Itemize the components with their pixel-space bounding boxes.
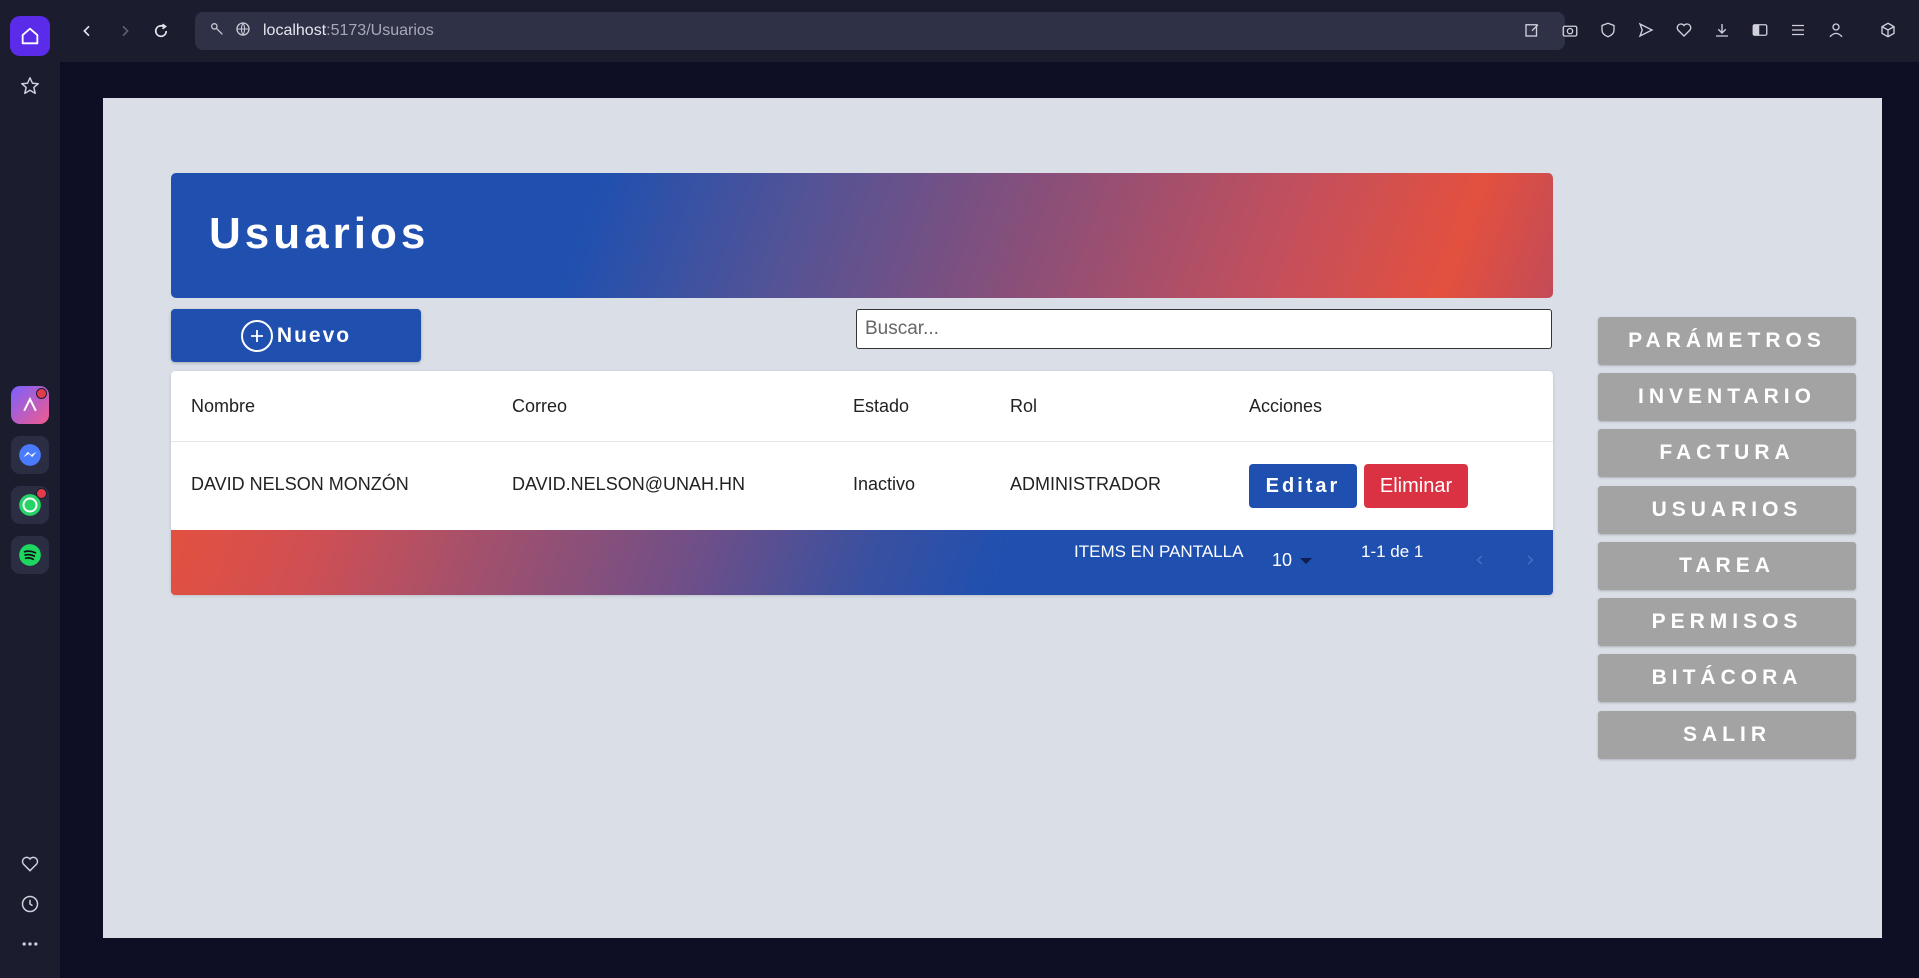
send-icon[interactable]	[1634, 18, 1658, 42]
items-per-page-value: 10	[1272, 550, 1293, 570]
plus-circle-icon	[240, 319, 273, 352]
sidebar-toggle-icon[interactable]	[1748, 18, 1772, 42]
items-per-page-label: ITEMS EN PANTALLA	[1074, 542, 1244, 561]
back-arrow-icon[interactable]	[74, 18, 100, 44]
menu-item-salir[interactable]: SALIR	[1598, 711, 1856, 759]
next-page-icon[interactable]	[1520, 550, 1540, 570]
menu-item-bitacora[interactable]: BITÁCORA	[1598, 654, 1856, 702]
table-pagination-bar: ITEMS EN PANTALLA 10 1-1 de 1	[171, 530, 1553, 595]
address-bar[interactable]: localhost:5173/Usuarios	[195, 12, 1565, 50]
column-header-rol[interactable]: Rol	[1010, 396, 1037, 417]
heart-icon[interactable]	[10, 844, 50, 884]
notification-dot	[36, 488, 47, 499]
url-path: :5173/Usuarios	[326, 22, 434, 39]
new-button-label: Nuevo	[276, 323, 352, 347]
pagination-range: 1-1 de 1	[1361, 542, 1424, 561]
messenger-icon[interactable]	[11, 436, 49, 474]
caret-down-icon	[1300, 557, 1313, 564]
reload-icon[interactable]	[148, 18, 174, 44]
more-dots-icon[interactable]	[10, 924, 50, 964]
users-table: Nombre Correo Estado Rol Acciones DAVID …	[171, 371, 1553, 595]
url-text[interactable]: localhost:5173/Usuarios	[263, 22, 434, 40]
favorites-heart-icon[interactable]	[1672, 18, 1696, 42]
bookmark-star-icon[interactable]	[10, 66, 50, 106]
cell-correo: DAVID.NELSON@UNAH.HN	[512, 474, 745, 494]
cell-nombre: DAVID NELSON MONZÓN	[191, 474, 409, 494]
extension-cube-icon[interactable]	[1876, 18, 1900, 42]
new-user-button[interactable]: Nuevo	[171, 309, 421, 362]
menu-item-inventario[interactable]: INVENTARIO	[1598, 373, 1856, 421]
site-settings-icon[interactable]	[209, 21, 225, 42]
url-host: localhost	[263, 22, 327, 39]
search-input[interactable]	[856, 309, 1552, 349]
menu-item-parametros[interactable]: PARÁMETROS	[1598, 317, 1856, 365]
column-header-estado[interactable]: Estado	[853, 396, 909, 417]
cell-rol: ADMINISTRADOR	[1010, 474, 1162, 494]
camera-icon[interactable]	[1558, 18, 1582, 42]
home-icon[interactable]	[10, 16, 50, 56]
column-header-acciones: Acciones	[1249, 396, 1323, 416]
app-shortcut-icon[interactable]	[11, 386, 49, 424]
delete-button[interactable]: Eliminar	[1364, 464, 1468, 508]
menu-item-factura[interactable]: FACTURA	[1598, 429, 1856, 477]
forward-arrow-icon[interactable]	[112, 18, 138, 44]
menu-item-tarea[interactable]: TAREA	[1598, 542, 1856, 590]
download-icon[interactable]	[1710, 18, 1734, 42]
table-header-row: Nombre Correo Estado Rol Acciones	[171, 371, 1553, 442]
browser-sidebar	[0, 0, 60, 978]
edit-button[interactable]: Editar	[1249, 464, 1357, 508]
items-per-page-select[interactable]: 10	[1272, 550, 1313, 571]
notification-dot	[36, 388, 47, 399]
globe-icon	[235, 21, 251, 42]
spotify-icon[interactable]	[11, 536, 49, 574]
page-title: Usuarios	[209, 209, 430, 258]
profile-icon[interactable]	[1824, 18, 1848, 42]
previous-page-icon[interactable]	[1470, 550, 1490, 570]
whatsapp-icon[interactable]	[11, 486, 49, 524]
menu-item-permisos[interactable]: PERMISOS	[1598, 598, 1856, 646]
page-header-banner: Usuarios	[171, 173, 1553, 298]
history-clock-icon[interactable]	[10, 884, 50, 924]
column-header-correo[interactable]: Correo	[512, 396, 567, 417]
browser-toolbar: localhost:5173/Usuarios	[60, 0, 1919, 62]
column-header-nombre[interactable]: Nombre	[191, 396, 255, 417]
menu-lines-icon[interactable]	[1786, 18, 1810, 42]
cell-estado: Inactivo	[853, 474, 916, 494]
page-viewport: Usuarios Nuevo Nombre Correo Estado Rol …	[103, 98, 1882, 938]
shield-icon[interactable]	[1596, 18, 1620, 42]
table-row: DAVID NELSON MONZÓN DAVID.NELSON@UNAH.HN…	[171, 442, 1553, 530]
edit-page-icon[interactable]	[1520, 18, 1544, 42]
menu-item-usuarios[interactable]: USUARIOS	[1598, 486, 1856, 534]
